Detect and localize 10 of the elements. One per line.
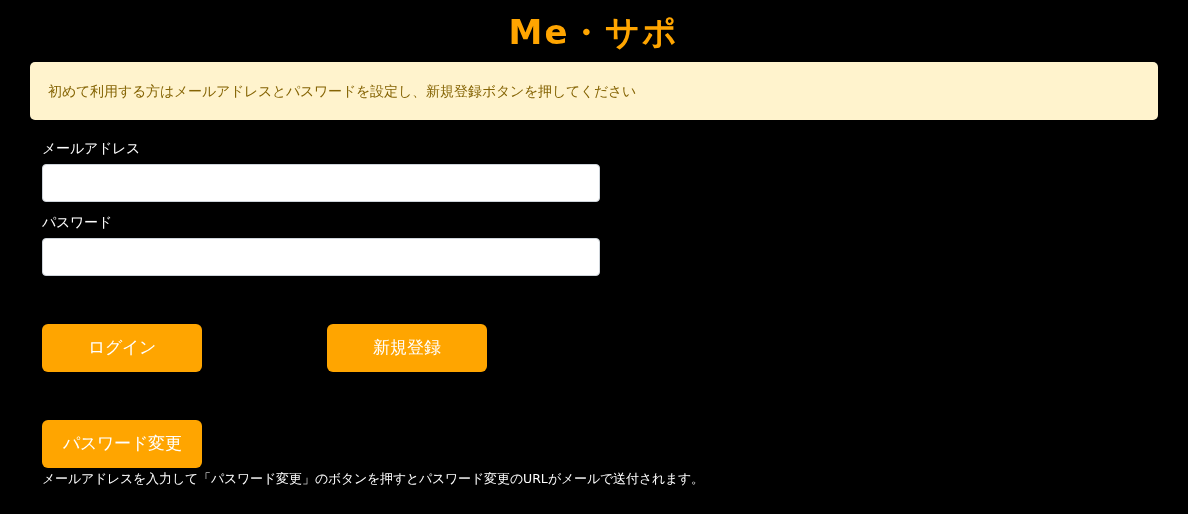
register-button[interactable]: 新規登録 — [327, 324, 487, 372]
email-field[interactable] — [42, 164, 600, 202]
password-field[interactable] — [42, 238, 600, 276]
logo: Me・サポ — [508, 11, 680, 54]
field-label: パスワード — [42, 213, 113, 232]
field-label: メールアドレス — [42, 139, 141, 158]
notice-banner: 初めて利用する方はメールアドレスとパスワードを設定し、新規登録ボタンを押してください — [30, 62, 1158, 120]
password-change-button[interactable]: パスワード変更 — [42, 420, 202, 468]
login-button[interactable]: ログイン — [42, 324, 202, 372]
password-change-note: メールアドレスを入力して「パスワード変更」のボタンを押すとパスワード変更のURLがメールで送付されます。 — [42, 470, 704, 488]
